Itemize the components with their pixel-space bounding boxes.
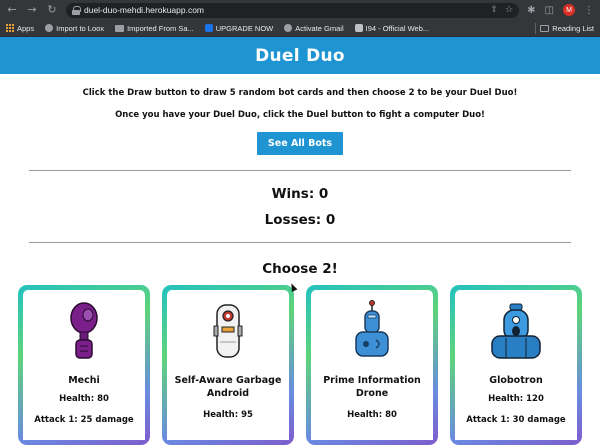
reading-list-label: Reading List [552,23,594,33]
bot-name: Self-Aware Garbage Android [174,375,282,399]
instruction-duel: Once you have your Duel Duo, click the D… [115,110,485,120]
bookmark-i94[interactable]: I94 - Official Web... [354,23,430,33]
bookmark-label: Import to Loox [56,23,105,33]
globe-icon [284,24,293,32]
bot-card[interactable]: Globotron Health: 120 Attack 1: 30 damag… [450,285,582,445]
forward-arrow-icon[interactable]: → [26,0,38,20]
share-icon[interactable]: ⇧ [491,5,499,15]
profile-avatar[interactable]: M [563,4,575,16]
page-icon [354,24,363,32]
bookmark-label: UPGRADE NOW [215,23,274,33]
garbage-android-robot-icon [213,304,243,358]
reload-icon[interactable]: ↻ [46,0,58,20]
apps-grid-icon [6,24,14,32]
bot-name: Mechi [68,375,100,386]
back-arrow-icon[interactable]: ← [6,0,18,20]
lock-icon [72,5,81,15]
url-text[interactable]: duel-duo-mehdi.herokuapp.com [84,5,204,15]
losses-counter: Losses: 0 [264,212,336,228]
upgrade-icon [204,24,213,32]
bot-card[interactable]: Mechi Health: 80 Attack 1: 25 damage [18,285,150,445]
menu-dots-icon[interactable]: ⋮ [584,5,594,16]
bookmark-apps[interactable]: Apps [6,24,34,33]
reading-list-icon [540,24,550,32]
bookmarks-bar: Apps Import to Loox Imported From Sa... … [0,20,600,37]
bookmark-import-to-loox[interactable]: Import to Loox [45,24,104,33]
sidebar-icon[interactable]: ◫ [545,5,554,16]
page-header: Duel Duo [0,37,600,74]
instruction-draw: Click the Draw button to draw 5 random b… [82,88,518,98]
divider [29,242,571,243]
bot-card[interactable]: Self-Aware Garbage Android Health: 95 [162,285,294,445]
bot-card[interactable]: Prime Information Drone Health: 80 [306,285,438,445]
address-bar[interactable]: duel-duo-mehdi.herokuapp.com ⇧ ☆ [66,2,520,18]
bookmark-label: Activate Gmail [295,23,344,33]
wins-counter: Wins: 0 [271,186,329,202]
mechi-robot-icon [70,302,98,359]
bot-name: Globotron [489,375,543,386]
bot-attack: Attack 1: 25 damage [34,415,134,425]
bookmark-label: I94 - Official Web... [365,23,430,33]
bookmarks-separator [535,22,537,34]
choose-heading: Choose 2! [262,261,338,277]
extensions-icon[interactable]: ✱ [527,5,535,16]
bot-health: Health: 80 [347,410,397,420]
folder-icon [115,24,125,32]
bot-attack: Attack 1: 30 damage [466,415,566,425]
instructions: Click the Draw button to draw 5 random b… [0,88,600,120]
globe-icon [45,24,54,32]
globotron-robot-icon [491,303,541,359]
divider [29,170,571,171]
bot-name: Prime Information Drone [323,375,421,399]
bookmark-star-icon[interactable]: ☆ [505,5,513,15]
information-drone-robot-icon [355,300,389,357]
bookmark-label: Imported From Sa... [127,23,194,33]
page-title: Duel Duo [255,45,345,66]
bookmark-label: Apps [17,23,35,33]
browser-toolbar: ← → ↻ duel-duo-mehdi.herokuapp.com ⇧ ☆ ✱… [0,0,600,20]
see-all-bots-button[interactable]: See All Bots [256,132,344,155]
reading-list-button[interactable]: Reading List [540,24,594,33]
bot-cards: Mechi Health: 80 Attack 1: 25 damage Sel… [0,285,600,445]
bookmark-upgrade-now[interactable]: UPGRADE NOW [204,23,274,33]
bot-health: Health: 80 [59,394,109,404]
bookmark-imported-from[interactable]: Imported From Sa... [115,24,194,33]
bot-health: Health: 95 [203,410,253,420]
bot-health: Health: 120 [488,394,544,404]
bookmark-activate-gmail[interactable]: Activate Gmail [284,23,344,33]
